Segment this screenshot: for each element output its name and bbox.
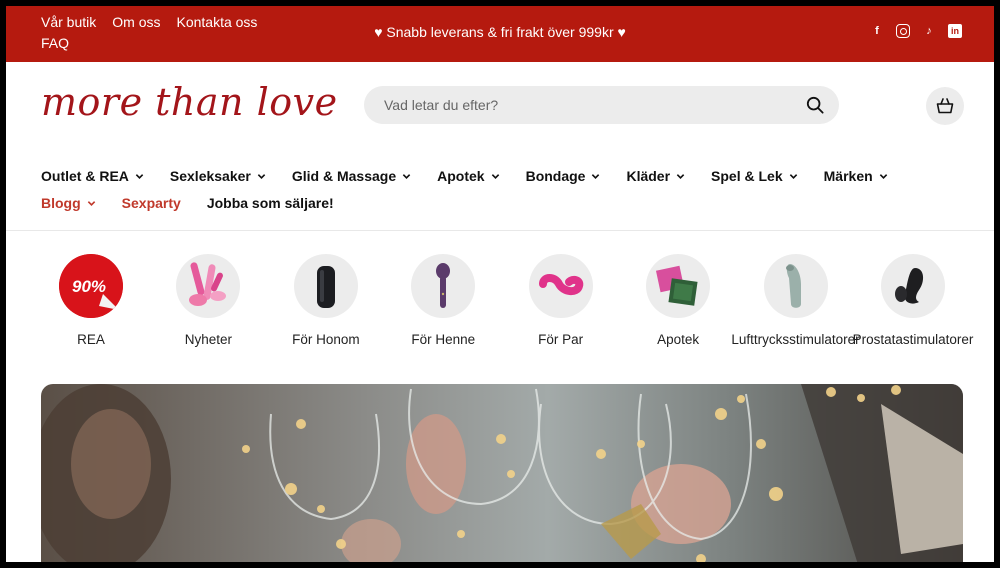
category-lufttrycksstimulatorer[interactable]: Lufttrycksstimulatorer bbox=[731, 254, 860, 350]
category-image bbox=[528, 254, 593, 318]
header-divider bbox=[6, 230, 994, 231]
search-icon[interactable] bbox=[806, 96, 824, 114]
nav-item-label: Apotek bbox=[437, 168, 485, 184]
category-for-henne[interactable]: För Henne bbox=[393, 254, 493, 350]
category-row: 90% REA Nyheter För Honom För Henne För … bbox=[41, 254, 973, 350]
nav-item-sexleksaker[interactable]: Sexleksaker bbox=[170, 168, 266, 185]
category-for-honom[interactable]: För Honom bbox=[276, 254, 376, 350]
chevron-down-icon bbox=[257, 174, 266, 179]
nav-item-glid[interactable]: Glid & Massage bbox=[292, 168, 411, 185]
chevron-down-icon bbox=[789, 174, 797, 179]
couples-toy-icon bbox=[538, 274, 583, 295]
nav-item-label: Jobba som säljare! bbox=[206, 195, 334, 211]
category-apotek[interactable]: Apotek bbox=[628, 254, 728, 350]
category-nyheter[interactable]: Nyheter bbox=[158, 254, 258, 350]
category-label: För Henne bbox=[411, 332, 476, 347]
chevron-down-icon bbox=[135, 174, 144, 179]
condom-pack-icon bbox=[656, 265, 698, 306]
nav-item-bondage[interactable]: Bondage bbox=[526, 168, 601, 185]
category-label: För Par bbox=[538, 332, 584, 347]
air-pulse-toy-icon bbox=[785, 264, 801, 308]
category-label: Prostatastimulatorer bbox=[852, 332, 974, 347]
nav-item-spel[interactable]: Spel & Lek bbox=[711, 168, 798, 185]
facebook-icon[interactable]: f bbox=[870, 24, 884, 38]
nav-item-klader[interactable]: Kläder bbox=[626, 168, 685, 185]
nav-item-label: Outlet & REA bbox=[41, 168, 129, 184]
nav-item-label: Blogg bbox=[41, 195, 81, 211]
category-rea[interactable]: 90% REA bbox=[41, 254, 141, 350]
nav-item-jobba[interactable]: Jobba som säljare! bbox=[207, 195, 334, 212]
nav-item-label: Kläder bbox=[626, 168, 671, 184]
chevron-down-icon bbox=[592, 174, 600, 179]
category-image bbox=[293, 254, 358, 318]
category-label: REA bbox=[77, 332, 105, 347]
category-image bbox=[411, 254, 476, 318]
nav-item-marken[interactable]: Märken bbox=[824, 168, 888, 185]
nav-item-label: Sexparty bbox=[121, 195, 181, 211]
prostate-toy-icon bbox=[894, 268, 924, 304]
nav-item-outlet[interactable]: Outlet & REA bbox=[41, 168, 144, 185]
category-image bbox=[763, 254, 828, 318]
shopping-basket-icon bbox=[936, 98, 954, 114]
category-image bbox=[880, 254, 945, 318]
masturbator-icon bbox=[316, 266, 335, 308]
nav-item-label: Spel & Lek bbox=[711, 168, 783, 184]
hero-image bbox=[41, 384, 963, 562]
social-links: f ♪ in bbox=[870, 24, 962, 38]
nav-item-blogg[interactable]: Blogg bbox=[41, 195, 96, 212]
page: Vår butik Om oss Kontakta oss FAQ ♥ Snab… bbox=[6, 6, 994, 562]
chevron-down-icon bbox=[402, 174, 411, 179]
nav-item-sexparty[interactable]: Sexparty bbox=[122, 195, 181, 212]
nav-item-label: Bondage bbox=[525, 168, 586, 184]
cart-button[interactable] bbox=[926, 87, 964, 125]
nav-item-label: Sexleksaker bbox=[169, 168, 251, 184]
search-input[interactable] bbox=[364, 86, 839, 124]
category-label: Apotek bbox=[657, 332, 700, 347]
category-for-par[interactable]: För Par bbox=[511, 254, 611, 350]
promo-banner: ♥ Snabb leverans & fri frakt över 999kr … bbox=[374, 24, 626, 40]
site-logo[interactable]: more than love bbox=[41, 80, 338, 124]
category-label: Lufttrycksstimulatorer bbox=[731, 332, 860, 347]
chevron-down-icon bbox=[491, 174, 499, 179]
wand-icon bbox=[436, 263, 451, 308]
category-image bbox=[176, 254, 241, 318]
nav-item-label: Glid & Massage bbox=[291, 168, 397, 184]
linkedin-icon[interactable]: in bbox=[948, 24, 962, 38]
main-nav: Outlet & REA Sexleksaker Glid & Massage … bbox=[41, 168, 961, 212]
tiktok-icon[interactable]: ♪ bbox=[922, 24, 936, 38]
chevron-down-icon bbox=[87, 201, 95, 206]
category-image bbox=[646, 254, 711, 318]
chevron-down-icon bbox=[676, 174, 685, 179]
category-image: 90% bbox=[59, 254, 123, 318]
nav-item-apotek[interactable]: Apotek bbox=[437, 168, 499, 185]
toys-pink-icon bbox=[189, 262, 227, 306]
sale-badge-icon: 90% bbox=[59, 254, 123, 318]
instagram-icon[interactable] bbox=[896, 24, 910, 38]
chevron-down-icon bbox=[879, 174, 887, 179]
category-label: Nyheter bbox=[184, 332, 233, 347]
category-prostatastimulatorer[interactable]: Prostatastimulatorer bbox=[853, 254, 973, 350]
top-bar: Vår butik Om oss Kontakta oss FAQ ♥ Snab… bbox=[6, 6, 994, 62]
category-label: För Honom bbox=[292, 332, 360, 347]
nav-item-label: Märken bbox=[823, 168, 873, 184]
sale-badge-text: 90% bbox=[72, 277, 106, 296]
hero-banner[interactable] bbox=[41, 384, 963, 562]
